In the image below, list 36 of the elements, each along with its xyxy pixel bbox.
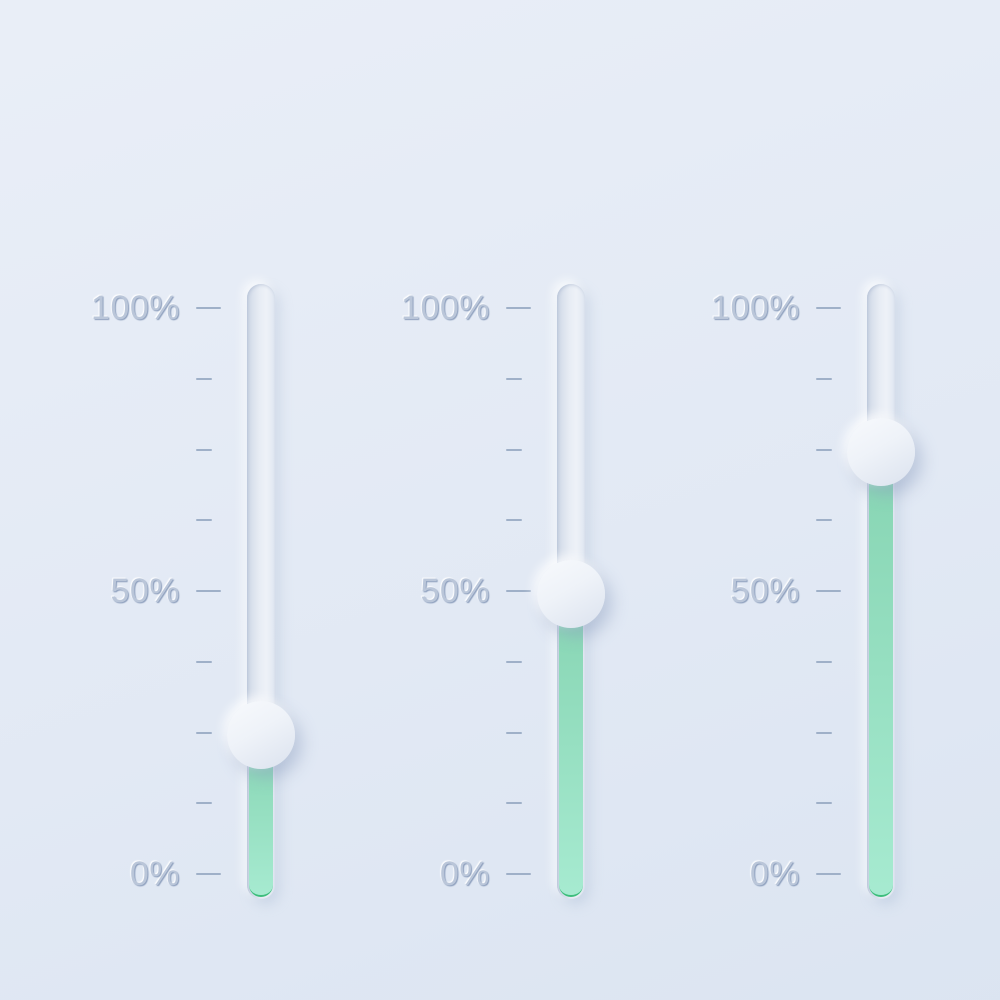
scale-tick: [816, 802, 832, 804]
scale-tick: [196, 378, 212, 380]
scale-tick: [196, 590, 221, 592]
scale-tick: [196, 448, 212, 450]
scale-label: 0%: [750, 857, 800, 891]
scale-tick: [196, 519, 212, 522]
scale-tick: [506, 873, 531, 875]
scale-tick: [816, 519, 832, 522]
scale-label: 0%: [440, 857, 490, 891]
scale-tick: [506, 448, 522, 450]
scale-label: 50%: [730, 574, 800, 608]
scale-tick: [506, 732, 522, 734]
scale-label: 100%: [711, 291, 800, 325]
scale-tick: [816, 448, 832, 450]
scale-label: 100%: [91, 291, 180, 325]
scale-tick: [506, 378, 522, 380]
scale-label: 50%: [420, 574, 490, 608]
scale-tick: [196, 873, 221, 875]
scale-tick: [816, 732, 832, 734]
scale-tick: [816, 307, 841, 309]
scale-tick: [506, 802, 522, 804]
scale-tick: [196, 307, 221, 309]
scale-tick: [196, 802, 212, 804]
scale-tick: [816, 873, 841, 875]
scale-tick: [816, 590, 841, 592]
scale-tick: [506, 660, 522, 663]
scale-tick: [506, 590, 531, 592]
scale-tick: [816, 660, 832, 663]
scale-tick: [196, 660, 212, 663]
scale-tick: [816, 378, 832, 380]
scale-tick: [506, 519, 522, 522]
scale-tick: [506, 307, 531, 309]
scale-label: 0%: [130, 857, 180, 891]
scale-tick: [196, 732, 212, 734]
scale-label: 50%: [110, 574, 180, 608]
scale-label: 100%: [401, 291, 490, 325]
